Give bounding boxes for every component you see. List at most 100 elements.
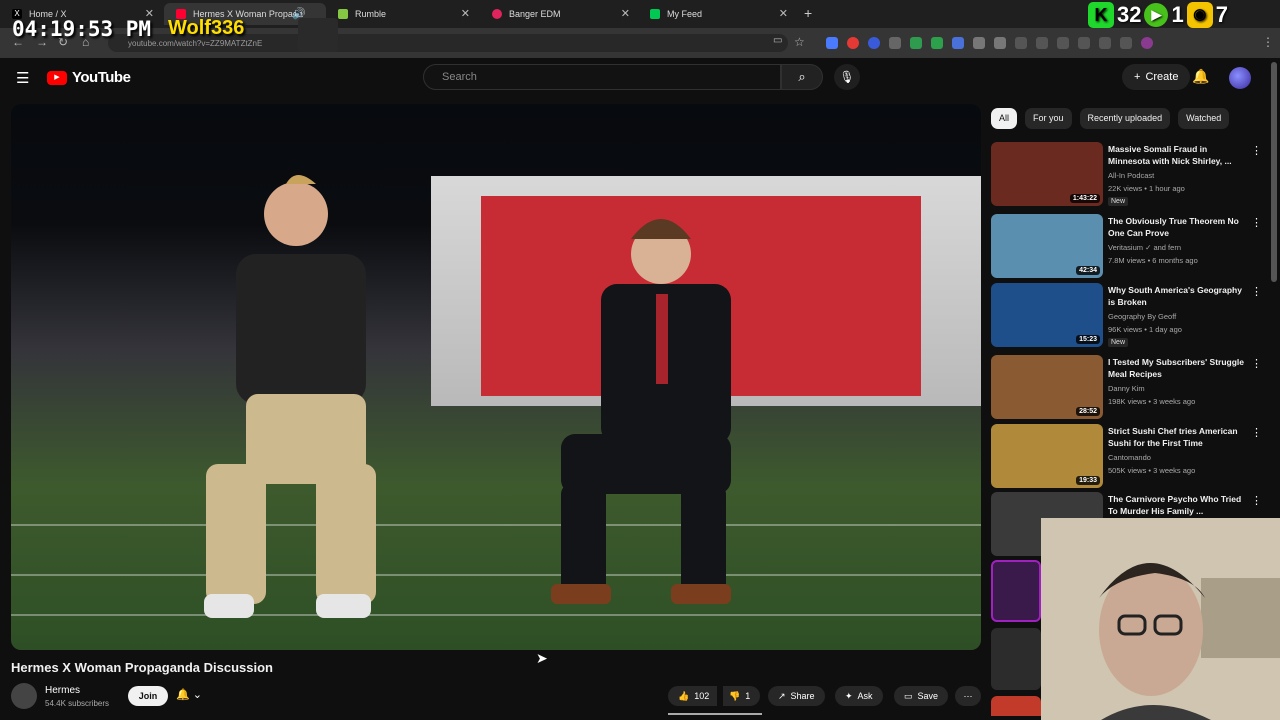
recommendation-meta: 22K views • 1 hour ago: [1108, 184, 1185, 193]
sidebar-scrollbar[interactable]: [1271, 62, 1277, 282]
extension-icon[interactable]: [868, 37, 880, 49]
history-icon[interactable]: [1015, 37, 1027, 49]
video-thumbnail[interactable]: [991, 696, 1041, 716]
streamer-avatar: [298, 18, 338, 52]
more-options-icon[interactable]: ⋮: [1251, 426, 1262, 439]
mouse-cursor-icon: ➤: [536, 650, 548, 666]
like-button[interactable]: 👍 102: [668, 686, 718, 706]
recommendation-title[interactable]: Massive Somali Fraud in Minnesota with N…: [1108, 143, 1246, 167]
extension-icon[interactable]: [1036, 37, 1048, 49]
share-button[interactable]: ↗ Share: [768, 686, 825, 706]
tab-label: My Feed: [667, 9, 703, 19]
feed-icon: [650, 9, 660, 19]
extensions-bar: [826, 37, 1153, 49]
create-button[interactable]: + Create: [1122, 64, 1191, 90]
person-right: [551, 219, 731, 604]
extension-icon[interactable]: [910, 37, 922, 49]
close-icon[interactable]: ✕: [779, 7, 788, 20]
video-player[interactable]: [11, 104, 981, 650]
video-title: Hermes X Woman Propaganda Discussion: [11, 660, 273, 675]
ask-label: Ask: [857, 691, 873, 701]
search-input[interactable]: Search: [423, 64, 781, 90]
recommendation-channel[interactable]: Veritasium ✓ and fern: [1108, 243, 1181, 252]
tab-banger-edm[interactable]: Banger EDM ✕: [480, 3, 638, 25]
video-thumbnail[interactable]: 15:23: [991, 283, 1103, 347]
extension-icon[interactable]: [889, 37, 901, 49]
duration-badge: 42:34: [1076, 266, 1100, 275]
channel-name[interactable]: Hermes: [45, 685, 80, 696]
recommendation-title[interactable]: I Tested My Subscribers' Struggle Meal R…: [1108, 356, 1246, 380]
chip-watched[interactable]: Watched: [1178, 108, 1230, 129]
person-left: [204, 175, 376, 618]
filter-chips: All For you Recently uploaded Watched: [991, 108, 1230, 129]
more-options-icon[interactable]: ⋮: [1251, 285, 1262, 298]
close-icon[interactable]: ✕: [461, 7, 470, 20]
devtools-icon[interactable]: [1057, 37, 1069, 49]
new-badge: New: [1108, 338, 1129, 347]
more-actions-button[interactable]: ⋯: [955, 686, 981, 706]
profile-icon[interactable]: [1141, 37, 1153, 49]
more-options-icon[interactable]: ⋮: [1251, 144, 1262, 157]
hamburger-menu-icon[interactable]: ☰: [16, 69, 29, 87]
recommendation-title[interactable]: Why South America's Geography is Broken: [1108, 284, 1246, 308]
kick-logo-icon: K: [1088, 2, 1114, 28]
more-options-icon[interactable]: ⋮: [1251, 216, 1262, 229]
video-thumbnail[interactable]: [991, 560, 1041, 622]
sidebar-icon[interactable]: [1078, 37, 1090, 49]
tab-rumble[interactable]: Rumble ✕: [326, 3, 478, 25]
extension-icon[interactable]: [847, 37, 859, 49]
field-line: [11, 524, 981, 526]
more-options-icon[interactable]: ⋮: [1251, 494, 1262, 507]
dislike-button[interactable]: 👎 1: [723, 686, 761, 706]
recommendation-title[interactable]: The Obviously True Theorem No One Can Pr…: [1108, 215, 1246, 239]
search-icon[interactable]: ⌕: [781, 64, 823, 90]
chip-all[interactable]: All: [991, 108, 1018, 129]
menu-icon[interactable]: [1120, 37, 1132, 49]
recommendation-channel[interactable]: Geography By Geoff: [1108, 312, 1176, 321]
account-avatar[interactable]: [1229, 67, 1251, 89]
recommendation-title[interactable]: The Carnivore Psycho Who Tried To Murder…: [1108, 493, 1246, 517]
extension-icon[interactable]: [931, 37, 943, 49]
bookmark-star-icon[interactable]: ☆: [794, 35, 805, 49]
ask-button[interactable]: ✦ Ask: [835, 686, 883, 706]
tab-my-feed[interactable]: My Feed ✕: [638, 3, 796, 25]
recommendation-item[interactable]: 28:52 I Tested My Subscribers' Struggle …: [991, 355, 1271, 419]
recommendation-meta: 7.8M views • 6 months ago: [1108, 256, 1198, 265]
extension-icon[interactable]: [1099, 37, 1111, 49]
recommendation-title[interactable]: Strict Sushi Chef tries American Sushi f…: [1108, 425, 1246, 449]
youtube-logo[interactable]: ▶ YouTube: [47, 69, 131, 86]
dislike-count: 1: [745, 691, 751, 701]
cast-icon[interactable]: ▭: [773, 35, 782, 46]
subscribed-bell-icon[interactable]: 🔔 ⌄: [176, 688, 202, 701]
join-button[interactable]: Join: [128, 686, 168, 706]
more-menu-icon[interactable]: ⋮: [1262, 35, 1274, 49]
microphone-icon[interactable]: 🎙: [834, 64, 860, 90]
video-thumbnail[interactable]: 1:43:22: [991, 142, 1103, 206]
new-tab-icon[interactable]: +: [804, 5, 812, 21]
video-thumbnail[interactable]: 42:34: [991, 214, 1103, 278]
extension-icon[interactable]: [973, 37, 985, 49]
notifications-bell-icon[interactable]: 🔔: [1192, 68, 1209, 85]
channel-avatar[interactable]: [11, 683, 37, 709]
video-thumbnail[interactable]: 19:33: [991, 424, 1103, 488]
video-thumbnail[interactable]: 28:52: [991, 355, 1103, 419]
recommendation-item[interactable]: 15:23 Why South America's Geography is B…: [991, 283, 1271, 347]
duration-badge: 28:52: [1076, 407, 1100, 416]
extension-icon[interactable]: [952, 37, 964, 49]
extension-icon[interactable]: [826, 37, 838, 49]
plus-icon: +: [1134, 71, 1141, 83]
recommendation-item[interactable]: 19:33 Strict Sushi Chef tries American S…: [991, 424, 1271, 488]
recommendation-item[interactable]: 42:34 The Obviously True Theorem No One …: [991, 214, 1271, 278]
save-button[interactable]: ▭ Save: [894, 686, 949, 706]
close-icon[interactable]: ✕: [621, 7, 630, 20]
more-options-icon[interactable]: ⋮: [1251, 357, 1262, 370]
recommendation-channel[interactable]: All-In Podcast: [1108, 171, 1154, 180]
puzzle-icon[interactable]: [994, 37, 1006, 49]
recommendation-item[interactable]: 1:43:22 Massive Somali Fraud in Minnesot…: [991, 142, 1271, 206]
video-thumbnail[interactable]: [991, 628, 1041, 690]
chip-for-you[interactable]: For you: [1025, 108, 1072, 129]
recommendation-channel[interactable]: Cantomando: [1108, 453, 1151, 462]
kick-count: 32: [1117, 2, 1142, 27]
chip-recently-uploaded[interactable]: Recently uploaded: [1079, 108, 1171, 129]
recommendation-channel[interactable]: Danny Kim: [1108, 384, 1145, 393]
